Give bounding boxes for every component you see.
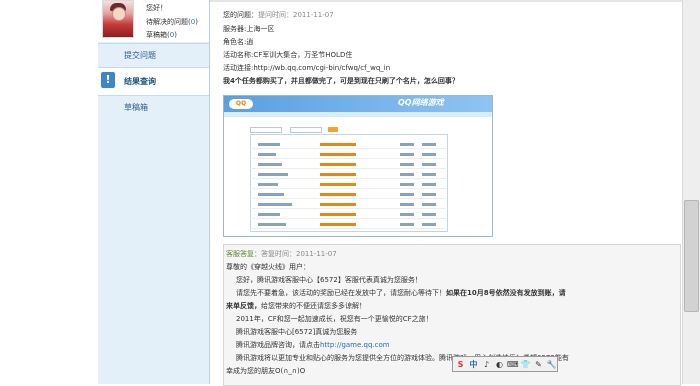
keyboard-icon[interactable]: ⌨: [507, 359, 519, 370]
answer-line-3b: 给您带来的不便还请您多多谅解！: [261, 302, 366, 310]
answer-line-1: 您好，腾讯游戏客服中心【6572】客服代表真诚为您服务！: [236, 276, 422, 284]
screenshot-nav: [224, 112, 492, 117]
avatar[interactable]: [102, 0, 134, 38]
half-width-icon[interactable]: ◐: [494, 359, 505, 370]
question-link: 活动连接:http://wb.qq.com/cgi-bin/cfwq/cf_wq…: [223, 64, 391, 72]
question-role: 角色名:逍: [223, 38, 254, 46]
avatar-face: [112, 7, 126, 21]
sidebar-item-result-query[interactable]: ! 结果查询: [98, 67, 209, 95]
submit-question-icon: [101, 48, 115, 64]
exclamation-icon: !: [101, 72, 115, 88]
pending-close: ): [195, 18, 198, 26]
sidebar-item-label: 草稿箱: [124, 103, 148, 112]
top-divider: [210, 0, 682, 2]
sidebar-item-submit-question[interactable]: 提交问题: [98, 43, 209, 68]
chinese-mode-icon[interactable]: 中: [468, 359, 479, 370]
punctuation-icon[interactable]: ♪: [481, 359, 492, 370]
answer-line-2: 请您先不要着急，该活动的奖励已经在发放中了，请您耐心等待下！如果在10月8号依然…: [236, 288, 566, 298]
answer-header: 客服答复：答复时间：2011-11-07: [226, 249, 337, 259]
screenshot-row: [250, 172, 446, 179]
answer-line-2a: 请您先不要着急，该活动的奖励已经在发放中了，请您耐心等待下！: [236, 289, 446, 297]
question-time: 提问时间：2011-11-07: [258, 11, 334, 19]
answer-line-3a: 来单反馈，: [226, 302, 261, 310]
profile-panel: 您好！ 待解决的问题(0) 草稿箱(0): [98, 0, 209, 42]
sidebar-item-label: 结果查询: [124, 77, 156, 86]
screenshot-banner: [224, 96, 492, 112]
draft-label: 草稿箱(: [146, 31, 170, 39]
pen-icon[interactable]: ✎: [533, 359, 544, 370]
screenshot-row: [250, 182, 446, 189]
answer-line-8: 幸成为您的朋友O(∩_∩)O: [226, 367, 306, 375]
screenshot-input: [290, 127, 322, 133]
answer-line-3: 来单反馈，给您带来的不便还请您多多谅解！: [226, 301, 366, 311]
answer-time: 答复时间：2011-11-07: [261, 250, 337, 258]
scrollbar-track[interactable]: [682, 0, 700, 384]
screenshot-row: [250, 212, 446, 219]
pending-label: 待解决的问题(: [146, 18, 191, 26]
screenshot-row: [250, 192, 446, 199]
question-server: 服务器:上海一区: [223, 25, 275, 33]
answer-line-6a: 腾讯游戏品牌咨询，请点击: [236, 341, 320, 349]
answer-greeting: 尊敬的《穿越火线》用户：: [226, 263, 310, 271]
screenshot-row: [250, 162, 446, 169]
game-site-link[interactable]: http://game.qq.com: [320, 341, 390, 349]
question-header: 您的问题：提问时间：2011-11-07: [223, 10, 334, 20]
drafts-link[interactable]: 草稿箱(0): [146, 30, 177, 40]
pending-questions-link[interactable]: 待解决的问题(0): [146, 17, 198, 27]
answer-header-label: 客服答复：: [226, 250, 261, 258]
qq-game-brand: QQ网络游戏: [398, 98, 444, 107]
sidebar-item-drafts[interactable]: 草稿箱: [98, 95, 209, 120]
scrollbar-thumb[interactable]: [684, 200, 699, 312]
sidebar-item-label: 提交问题: [124, 51, 156, 60]
ime-toolbar[interactable]: S 中 ♪ ◐ ⌨ 👕 ✎ 🔧: [452, 356, 558, 372]
screenshot-row: [250, 142, 446, 149]
skin-icon[interactable]: 👕: [520, 359, 531, 370]
draft-close: ): [174, 31, 177, 39]
answer-line-5: 腾讯游戏客服中心[6572]真诚为您服务: [236, 328, 358, 336]
answer-line-4: 2011年，CF和您一起加速成长，祝您有一个更愉悦的CF之旅！: [236, 315, 433, 323]
greeting-text: 您好！: [146, 4, 167, 12]
sogou-icon[interactable]: S: [455, 359, 466, 370]
attached-screenshot[interactable]: QQ QQ网络游戏: [223, 95, 493, 237]
question-activity: 活动名称:CF军训大集合，万圣节HOLD住: [223, 51, 353, 59]
answer-line-2b: 如果在10月8号依然没有发放到账，请: [446, 289, 566, 297]
screenshot-row: [250, 202, 446, 209]
screenshot-input: [250, 127, 282, 133]
screenshot-button: [328, 127, 338, 132]
qq-logo: QQ: [229, 99, 253, 109]
question-body: 我4个任务都购买了，并且都做完了，可是到现在只刷了个名片，怎么回事？: [223, 77, 459, 85]
main-content: 您的问题：提问时间：2011-11-07 服务器:上海一区 角色名:逍 活动名称…: [210, 0, 682, 386]
question-title-label: 您的问题：: [223, 11, 258, 19]
answer-line-6: 腾讯游戏品牌咨询，请点击http://game.qq.com: [236, 340, 390, 350]
drafts-icon: [101, 100, 115, 116]
screenshot-row: [250, 152, 446, 159]
screenshot-row: [250, 222, 446, 229]
settings-wrench-icon[interactable]: 🔧: [546, 359, 557, 370]
page-margin-left: [0, 0, 98, 384]
